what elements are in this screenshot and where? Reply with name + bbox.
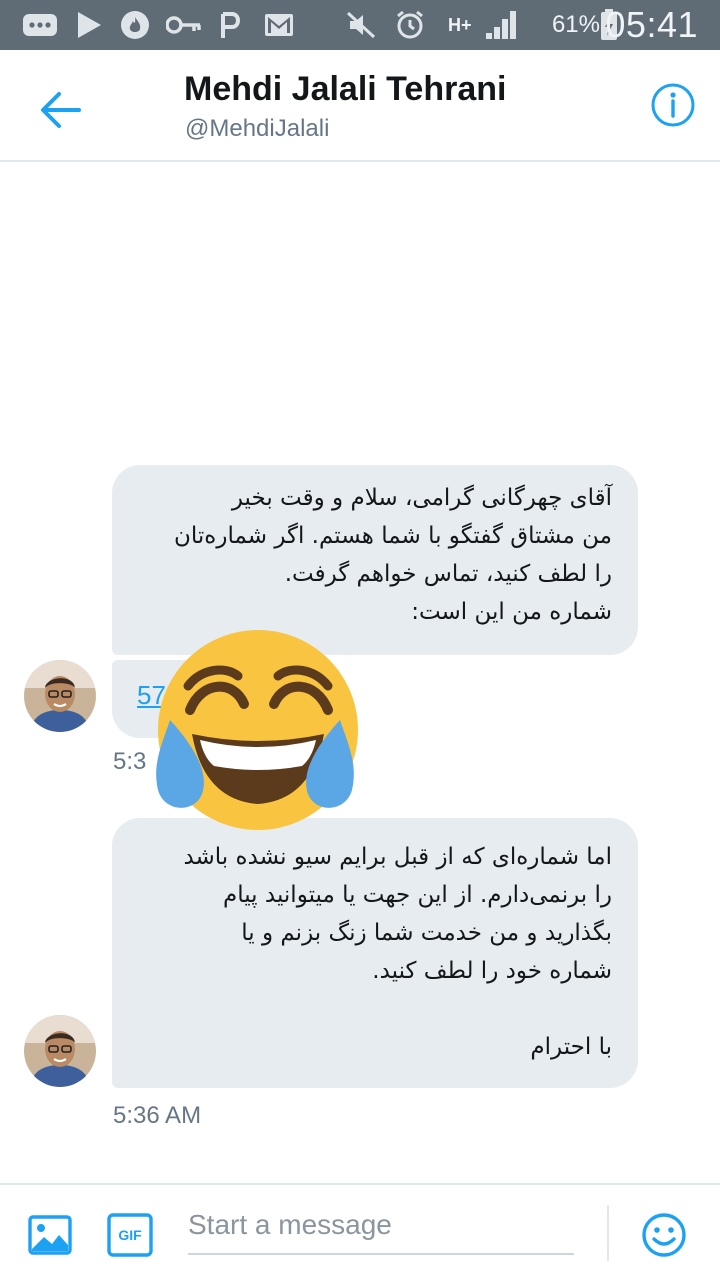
p-icon xyxy=(220,0,242,50)
gif-label: GIF xyxy=(118,1227,142,1243)
back-arrow-icon xyxy=(41,92,81,128)
tears-of-joy-emoji-icon xyxy=(152,624,358,836)
back-button[interactable] xyxy=(30,80,90,140)
smiley-icon xyxy=(642,1213,686,1257)
avatar[interactable] xyxy=(24,660,96,732)
message-timestamp: 5:3 xyxy=(113,748,147,775)
mute-icon xyxy=(346,0,376,50)
status-time: 05:41 xyxy=(605,4,698,45)
image-icon xyxy=(28,1215,72,1255)
message-composer: GIF xyxy=(0,1183,720,1280)
message-bubble[interactable]: اما شماره‌ای که از قبل برایم سیو نشده با… xyxy=(112,818,638,1088)
emoji-button[interactable] xyxy=(640,1211,688,1259)
info-icon xyxy=(651,83,695,127)
add-photo-button[interactable] xyxy=(28,1213,72,1257)
alarm-icon xyxy=(394,0,426,50)
gif-button[interactable]: GIF xyxy=(107,1213,153,1257)
battery-percent: 61% xyxy=(551,11,600,38)
message-timestamp: 5:36 AM xyxy=(113,1102,202,1129)
network-type: H+ xyxy=(448,15,472,35)
status-bar: H+ 61% 05:41 xyxy=(0,0,720,50)
avatar[interactable] xyxy=(24,1015,96,1087)
key-icon xyxy=(166,0,202,50)
fire-icon xyxy=(120,0,150,50)
composer-divider xyxy=(607,1205,609,1261)
info-button[interactable] xyxy=(650,82,696,128)
conversation-handle: @MehdiJalali xyxy=(185,115,330,142)
conversation-header: Mehdi Jalali Tehrani @MehdiJalali xyxy=(0,50,720,162)
signal-icon xyxy=(484,0,520,50)
conversation-name: Mehdi Jalali Tehrani xyxy=(184,70,507,108)
more-icon xyxy=(22,0,58,50)
message-input[interactable] xyxy=(188,1197,574,1255)
gmail-icon xyxy=(264,0,294,50)
play-icon xyxy=(76,0,102,50)
